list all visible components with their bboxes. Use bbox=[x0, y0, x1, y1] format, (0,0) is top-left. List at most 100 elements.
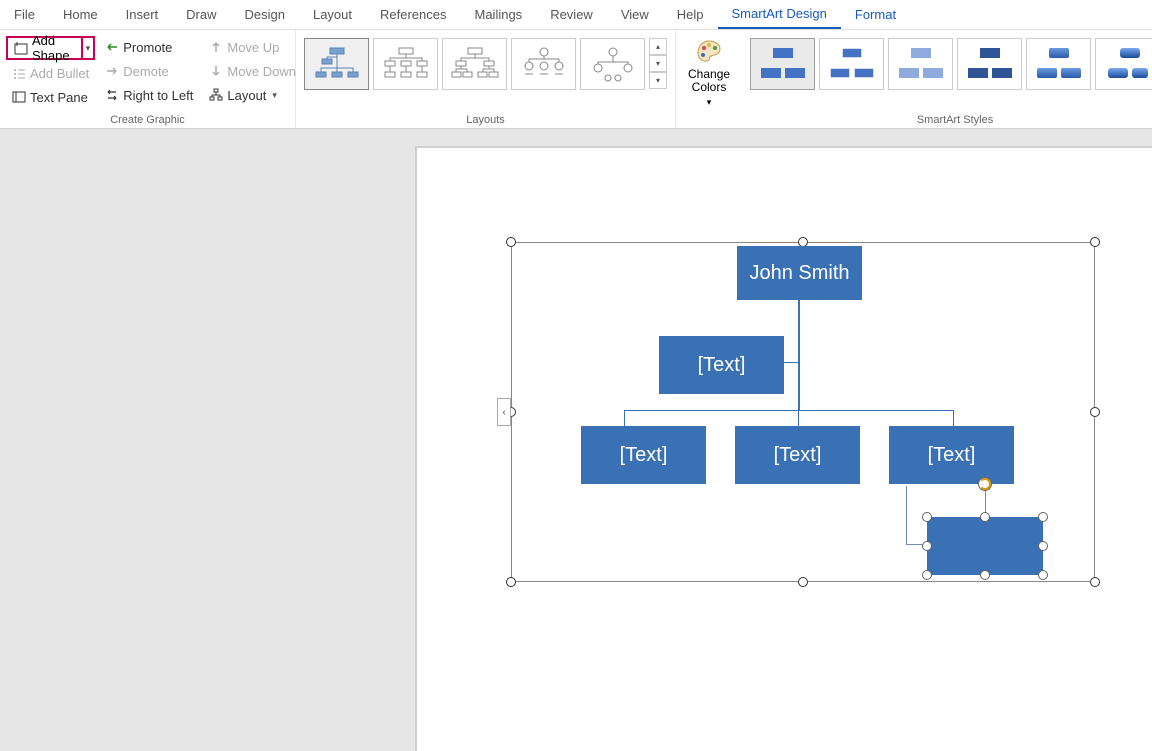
resize-handle-nw[interactable] bbox=[506, 237, 516, 247]
text-pane-toggle[interactable]: ‹ bbox=[497, 398, 511, 426]
change-colors-button[interactable]: Change Colors ▾ bbox=[676, 30, 742, 128]
add-shape-button[interactable]: Add Shape ▾ bbox=[6, 36, 95, 60]
shape-handle-w[interactable] bbox=[922, 541, 932, 551]
move-down-button: Move Down bbox=[203, 60, 302, 82]
rotate-stem bbox=[985, 491, 986, 513]
document-page[interactable]: ‹ John Smith [Text] [Text] [Text] bbox=[415, 146, 1152, 751]
gallery-up-icon[interactable]: ▴ bbox=[649, 38, 667, 55]
tab-smartart-design[interactable]: SmartArt Design bbox=[718, 0, 841, 29]
add-shape-dropdown-icon[interactable]: ▾ bbox=[81, 36, 96, 60]
tab-mailings[interactable]: Mailings bbox=[461, 1, 537, 28]
arrow-right-icon bbox=[105, 64, 119, 78]
style-thumb-4[interactable] bbox=[957, 38, 1022, 90]
layout-thumb-3[interactable] bbox=[442, 38, 507, 90]
text-pane-label: Text Pane bbox=[30, 90, 88, 105]
org-node-child3[interactable]: [Text] bbox=[889, 426, 1014, 484]
layout-thumb-2[interactable] bbox=[373, 38, 438, 90]
style-thumb-3[interactable] bbox=[888, 38, 953, 90]
palette-icon bbox=[695, 38, 723, 66]
resize-handle-s[interactable] bbox=[798, 577, 808, 587]
gallery-more-icon[interactable]: ▾ bbox=[649, 72, 667, 89]
style-thumb-2[interactable] bbox=[819, 38, 884, 90]
group-layouts: ▴ ▾ ▾ Layouts bbox=[296, 30, 676, 128]
group-smartart-styles: SmartArt Styles bbox=[742, 30, 1152, 128]
org-node-text: John Smith bbox=[749, 262, 849, 285]
tab-home[interactable]: Home bbox=[49, 1, 112, 28]
shape-handle-ne[interactable] bbox=[1038, 512, 1048, 522]
smartart-object[interactable]: ‹ John Smith [Text] [Text] [Text] bbox=[511, 242, 1095, 582]
style-thumb-1[interactable] bbox=[750, 38, 815, 90]
tab-review[interactable]: Review bbox=[536, 1, 607, 28]
tab-insert[interactable]: Insert bbox=[112, 1, 173, 28]
resize-handle-e[interactable] bbox=[1090, 407, 1100, 417]
resize-handle-sw[interactable] bbox=[506, 577, 516, 587]
layout-thumb-1[interactable] bbox=[304, 38, 369, 90]
tab-format[interactable]: Format bbox=[841, 1, 910, 28]
connector bbox=[906, 486, 907, 544]
layouts-gallery-scroller: ▴ ▾ ▾ bbox=[649, 38, 667, 89]
tab-design[interactable]: Design bbox=[231, 1, 299, 28]
move-down-label: Move Down bbox=[227, 64, 296, 79]
org-node-text: [Text] bbox=[928, 444, 976, 467]
arrow-down-icon bbox=[209, 64, 223, 78]
org-node-child2[interactable]: [Text] bbox=[735, 426, 860, 484]
style-thumb-6[interactable] bbox=[1095, 38, 1152, 90]
shape-handle-sw[interactable] bbox=[922, 570, 932, 580]
add-bullet-button: Add Bullet bbox=[6, 62, 95, 84]
move-up-label: Move Up bbox=[227, 40, 279, 55]
org-node-root[interactable]: John Smith bbox=[737, 246, 862, 300]
arrow-left-icon bbox=[105, 40, 119, 54]
move-up-button: Move Up bbox=[203, 36, 302, 58]
connector bbox=[624, 410, 954, 411]
text-pane-button[interactable]: Text Pane bbox=[6, 86, 95, 108]
demote-button: Demote bbox=[99, 60, 199, 82]
promote-label: Promote bbox=[123, 40, 172, 55]
style-thumb-5[interactable] bbox=[1026, 38, 1091, 90]
resize-handle-se[interactable] bbox=[1090, 577, 1100, 587]
shape-handle-se[interactable] bbox=[1038, 570, 1048, 580]
add-bullet-label: Add Bullet bbox=[30, 66, 89, 81]
tab-layout[interactable]: Layout bbox=[299, 1, 366, 28]
org-node-child1[interactable]: [Text] bbox=[581, 426, 706, 484]
layout-thumb-5[interactable] bbox=[580, 38, 645, 90]
shape-handle-s[interactable] bbox=[980, 570, 990, 580]
change-colors-label-2: Colors bbox=[692, 80, 727, 94]
layout-thumb-4[interactable] bbox=[511, 38, 576, 90]
org-node-text: [Text] bbox=[698, 354, 746, 377]
tab-references[interactable]: References bbox=[366, 1, 460, 28]
shape-handle-n[interactable] bbox=[980, 512, 990, 522]
shape-handle-e[interactable] bbox=[1038, 541, 1048, 551]
chevron-down-icon: ▾ bbox=[707, 97, 712, 107]
document-area: ‹ John Smith [Text] [Text] [Text] bbox=[0, 129, 1152, 751]
org-node-text: [Text] bbox=[774, 444, 822, 467]
connector bbox=[798, 410, 799, 426]
org-node-new-selected[interactable] bbox=[927, 517, 1043, 575]
right-to-left-icon bbox=[105, 88, 119, 102]
tab-file[interactable]: File bbox=[0, 1, 49, 28]
bullet-icon bbox=[12, 66, 26, 80]
add-shape-label: Add Shape bbox=[32, 33, 77, 63]
arrow-up-icon bbox=[209, 40, 223, 54]
group-title-layouts: Layouts bbox=[296, 112, 675, 128]
tab-draw[interactable]: Draw bbox=[172, 1, 230, 28]
org-node-assistant[interactable]: [Text] bbox=[659, 336, 784, 394]
shape-handle-nw[interactable] bbox=[922, 512, 932, 522]
add-shape-icon bbox=[14, 41, 28, 55]
connector bbox=[798, 300, 800, 410]
layout-button[interactable]: Layout ▾ bbox=[203, 84, 302, 106]
tab-view[interactable]: View bbox=[607, 1, 663, 28]
chevron-down-icon: ▾ bbox=[272, 90, 277, 101]
ribbon-tabs: File Home Insert Draw Design Layout Refe… bbox=[0, 0, 1152, 30]
resize-handle-ne[interactable] bbox=[1090, 237, 1100, 247]
org-node-text: [Text] bbox=[620, 444, 668, 467]
demote-label: Demote bbox=[123, 64, 169, 79]
group-title-create-graphic: Create Graphic bbox=[0, 112, 295, 128]
layout-icon bbox=[209, 88, 223, 102]
right-to-left-button[interactable]: Right to Left bbox=[99, 84, 199, 106]
connector bbox=[624, 410, 625, 426]
gallery-down-icon[interactable]: ▾ bbox=[649, 55, 667, 72]
promote-button[interactable]: Promote bbox=[99, 36, 199, 58]
tab-help[interactable]: Help bbox=[663, 1, 718, 28]
group-title-smartart-styles: SmartArt Styles bbox=[742, 112, 1152, 128]
rotate-handle[interactable] bbox=[978, 477, 992, 491]
